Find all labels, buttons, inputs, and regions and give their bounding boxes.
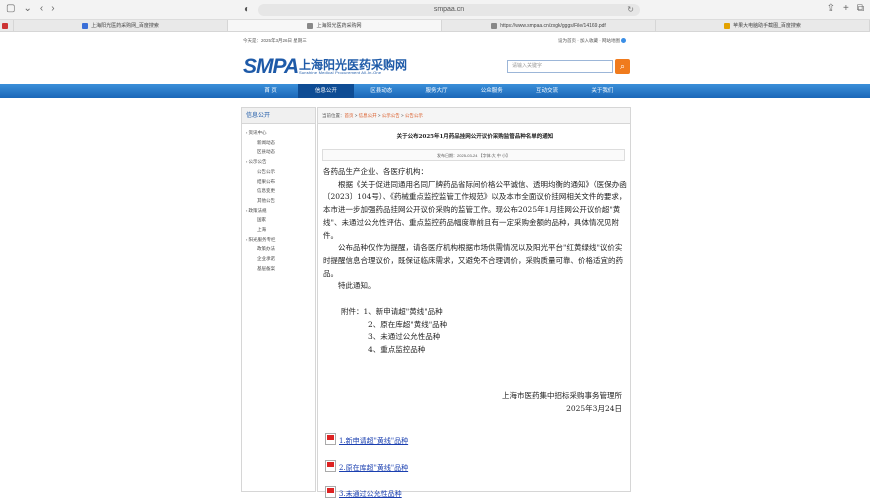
privacy-shield-icon[interactable]: ◐ [244, 4, 250, 15]
article-body: 各药品生产企业、各医疗机构： 根据《关于促进同通用名同厂牌药品省际间价格公平诚信… [323, 166, 627, 357]
attachment-link[interactable]: 3.未通过公允性品种 [325, 486, 402, 499]
search-button[interactable]: ⌕ [615, 59, 630, 74]
sidebar-list: 资讯中心 新闻动态 区县动态 公示公告 公告公示 结果公布 信息变更 其他公告 … [242, 124, 315, 278]
favicon-icon [491, 22, 498, 29]
pdf-icon [325, 433, 336, 445]
favicon-icon [82, 22, 89, 29]
paragraph: 公布品种仅作为提醒，请各医疗机构根据市场供需情况以及阳光平台"红黄绿线"议价实时… [323, 243, 623, 278]
address-bar[interactable]: smpaa.cn ↻ [258, 4, 640, 16]
salutation: 各药品生产企业、各医疗机构： [323, 167, 428, 176]
today-date: 今天是：2025年3月26日 星期三 [243, 38, 307, 43]
sidebar-item[interactable]: 结果公布 [246, 177, 311, 187]
search-icon: ⌕ [619, 61, 626, 71]
breadcrumb-link[interactable]: 首页 [345, 113, 354, 118]
attachment-link[interactable]: 2.原在库超"黄线"品种 [325, 460, 408, 473]
sidebar-item[interactable]: 政策法规 [246, 206, 311, 216]
breadcrumb-link[interactable]: 公示公告 [382, 113, 400, 118]
sidebar-item[interactable]: 企业承诺 [246, 254, 311, 264]
search-input[interactable]: 请输入关键字 [507, 60, 613, 73]
article-title: 关于公布2025年1月药品挂网公开议价采购监管品种名单的通知 [396, 134, 554, 140]
globe-icon [621, 38, 626, 44]
window-controls: ▢ ⌄ ‹ › [6, 3, 55, 14]
pdf-icon [325, 486, 336, 498]
nav-service-hall[interactable]: 服务大厅 [409, 84, 464, 98]
tab-apple-search[interactable]: 苹果大电脑助手截图_百度搜索 [656, 20, 870, 31]
logo-subtitle: Sunshine Medical Procurement All-In-One [299, 70, 382, 75]
tab-baidu-search[interactable]: 上海阳光医药采购网_百度搜索 [14, 20, 228, 31]
nav-public-service[interactable]: 公众服务 [464, 84, 519, 98]
tab-bar: 上海阳光医药采购网_百度搜索 上海阳光医药采购网 https://www.smp… [0, 20, 870, 32]
attachment-line: 2、原在库超"黄线"品种 [368, 319, 448, 329]
issue-date: 2025年3月24日 [566, 404, 622, 413]
sidebar-item[interactable]: 资讯中心 [246, 128, 311, 138]
sidebar-item[interactable]: 信息变更 [246, 186, 311, 196]
publish-info: 发布日期：2025-03-24 【字体:大 中 小】 [322, 149, 625, 161]
sidebar-item[interactable]: 公告公示 [246, 167, 311, 177]
forward-icon[interactable]: › [51, 3, 54, 14]
favicon-icon [724, 22, 731, 29]
paragraph: 根据《关于促进同通用名同厂牌药品省际间价格公平诚信、透明均衡的通知》（医保办函〔… [323, 179, 627, 240]
reload-icon[interactable]: ↻ [627, 4, 634, 16]
share-icon[interactable]: ⇪ [827, 3, 835, 14]
signature: 上海市医药集中招标采购事务管理所 2025年3月24日 [502, 389, 622, 415]
sidebar-item[interactable]: 基层备案 [246, 264, 311, 274]
sidebar-icon[interactable]: ▢ [6, 3, 15, 14]
attachment-line: 附件：1、新申请超"黄线"品种 [341, 307, 443, 317]
attachment-line: 3、未通过公允性品种 [368, 332, 441, 342]
nav-info-public[interactable]: 信息公开 [298, 84, 354, 98]
browser-toolbar: ▢ ⌄ ‹ › ◐ smpaa.cn ↻ ⇪ + ⧉ [0, 0, 870, 20]
breadcrumb-link[interactable]: 信息公开 [359, 113, 377, 118]
attachment-line: 4、重点监控品种 [368, 345, 426, 355]
attachment-link[interactable]: 1.新申请超"黄线"品种 [325, 433, 408, 446]
pinned-tab[interactable] [0, 20, 14, 31]
sidebar-item[interactable]: 区县动态 [246, 147, 311, 157]
nav-about[interactable]: 关于我们 [575, 84, 630, 98]
sidebar-title: 信息公开 [242, 108, 315, 124]
new-tab-icon[interactable]: + [843, 3, 849, 14]
top-links[interactable]: 设为首页 · 加入收藏 · 网站地图 [558, 38, 627, 44]
sidebar-item[interactable]: 政策办法 [246, 244, 311, 254]
sidebar-item[interactable]: 公示公告 [246, 157, 311, 167]
back-icon[interactable]: ‹ [40, 3, 43, 14]
main-nav: 首 页 信息公开 区县动态 服务大厅 公众服务 互动交流 关于我们 [0, 84, 870, 98]
nav-district[interactable]: 区县动态 [354, 84, 409, 98]
toolbar-actions: ⇪ + ⧉ [827, 3, 864, 14]
issuing-org: 上海市医药集中招标采购事务管理所 [502, 391, 622, 400]
tab-smpa[interactable]: 上海阳光医药采购网 [228, 20, 442, 31]
sidebar-item[interactable]: 国家 [246, 215, 311, 225]
breadcrumb-link[interactable]: 公告公示 [405, 113, 423, 118]
sidebar-item[interactable]: 阳光服务专栏 [246, 235, 311, 245]
article-panel: 当前位置：首页 > 信息公开 > 公示公告 > 公告公示 关于公布2025年1月… [317, 107, 631, 498]
favicon-icon [307, 22, 314, 29]
tab-pdf[interactable]: https://www.smpaa.cn/zxgk/gggs/File/1416… [442, 20, 656, 31]
sidebar: 信息公开 资讯中心 新闻动态 区县动态 公示公告 公告公示 结果公布 信息变更 … [241, 107, 316, 492]
sidebar-item[interactable]: 其他公告 [246, 196, 311, 206]
favicon-icon [2, 22, 8, 29]
nav-interaction[interactable]: 互动交流 [519, 84, 574, 98]
nav-home[interactable]: 首 页 [243, 84, 298, 98]
address-text: smpaa.cn [433, 6, 465, 13]
logo-abbr[interactable]: SMPA [243, 55, 299, 79]
top-strip: 今天是：2025年3月26日 星期三 设为首页 · 加入收藏 · 网站地图 [0, 32, 870, 50]
paragraph: 特此通知。 [338, 281, 376, 291]
chevron-down-icon[interactable]: ⌄ [23, 3, 31, 14]
sidebar-item[interactable]: 上海 [246, 225, 311, 235]
pdf-icon [325, 460, 336, 472]
tab-overview-icon[interactable]: ⧉ [857, 3, 864, 14]
sidebar-item[interactable]: 新闻动态 [246, 138, 311, 148]
breadcrumb: 当前位置：首页 > 信息公开 > 公示公告 > 公告公示 [318, 108, 630, 124]
